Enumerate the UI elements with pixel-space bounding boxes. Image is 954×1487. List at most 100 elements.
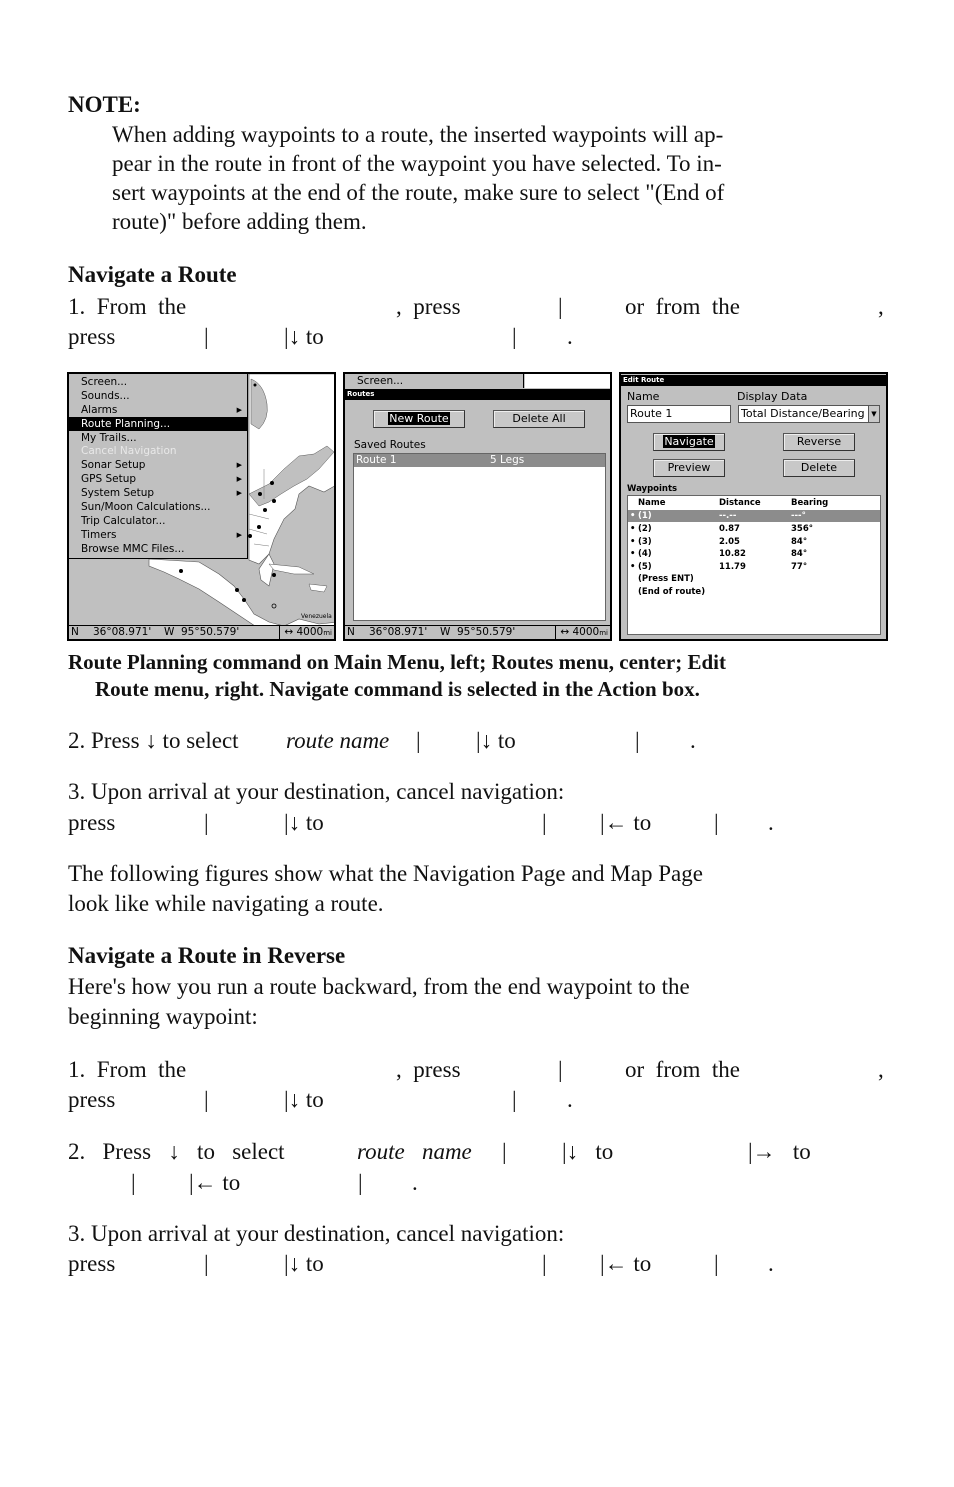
dropdown-arrow-icon[interactable]: ▼ [868,406,879,422]
waypoint-bearing: 77° [791,561,808,572]
note-line: route)" before adding them. [112,209,367,234]
table-row[interactable]: • (3) 2.05 84° [628,536,880,548]
menu-item-label: Cancel Navigation [81,445,177,458]
menu-item-route-planning[interactable]: Route Planning... [69,416,247,431]
paragraph-line: beginning waypoint: [68,1004,258,1029]
waypoint-bearing: 356° [791,524,813,534]
waypoint-bearing: 84° [791,549,808,559]
table-row[interactable]: • (2) 0.87 356° [628,523,880,535]
scale-unit: mi [323,629,332,637]
menu-item-label: Alarms [81,403,118,416]
step-text: |← to [600,810,652,835]
delete-button[interactable]: Delete [783,459,855,477]
scale-arrows-icon: ↔ [560,626,570,638]
status-bar: N 36°08.971' W 95°50.579' ↔ 4000mi [345,625,610,639]
table-row[interactable]: • (5) 11.79 77° [628,561,880,573]
menu-item-system-setup[interactable]: System Setup ▶ [69,486,247,500]
main-menu-screenshot: Venezuela Screen... Sounds... Alarms ▶ Ro… [67,372,336,641]
menu-item-label: GPS Setup [81,473,137,486]
menu-item-sonar-setup[interactable]: Sonar Setup ▶ [69,458,247,472]
navigate-button[interactable]: Navigate [653,433,725,451]
step-text: | [512,1087,517,1112]
menu-item-gps-setup[interactable]: GPS Setup ▶ [69,472,247,486]
step-text: | [358,1170,363,1195]
menu-item-sounds[interactable]: Sounds... [69,389,247,403]
menu-item-timers[interactable]: Timers ▶ [69,528,247,542]
step-text: | [131,1170,136,1195]
waypoint-distance: 0.87 [719,524,740,534]
step-text: |↓ to [284,1087,324,1112]
paragraph-line: The following figures show what the Navi… [68,861,703,886]
table-row-end-of-route[interactable]: (End of route) [628,586,880,598]
waypoint-name: (Press ENT) [638,574,694,584]
step-text-italic: route name [357,1139,472,1164]
route-legs: 5 Legs [490,454,525,466]
route-name-field[interactable]: Route 1 [627,405,731,423]
menu-item-label: Sun/Moon Calculations... [81,501,211,514]
map-scale: ↔ 4000mi [555,626,610,639]
step-text: | [204,1251,209,1276]
menu-item-alarms[interactable]: Alarms ▶ [69,403,247,417]
menu-item-label: My Trails... [81,431,137,444]
route-row[interactable]: Route 1 5 Legs [354,454,605,467]
bullet: • [630,561,636,572]
step-text: 1. From the [68,1057,187,1082]
column-header: Name [638,498,666,508]
longitude: 95°50.579' [457,626,516,638]
step-text: , press [396,294,461,319]
step-text: . [768,1251,774,1276]
submenu-arrow-icon: ▶ [236,475,242,484]
menu-item-label: Sonar Setup [81,459,146,472]
waypoint-name: (1) [638,511,652,521]
scale-value: 4000 [572,626,600,638]
route-name: Route 1 [356,454,397,466]
note-heading: NOTE: [68,92,141,117]
display-data-label: Display Data [737,390,808,403]
column-header: Bearing [791,498,829,508]
step-text: |→ to [748,1139,811,1164]
step-text-italic: route name [286,728,390,753]
table-row-press-ent[interactable]: (Press ENT) [628,573,880,585]
menu-item-trip-calculator[interactable]: Trip Calculator... [69,514,247,528]
menu-item-my-trails[interactable]: My Trails... [69,431,247,445]
step-text: | [204,1087,209,1112]
step-text: 1. From the [68,294,187,319]
button-label: Reverse [796,435,842,448]
lat-hemisphere: N [71,626,79,638]
button-label: New Route [388,412,450,425]
figure-caption: Route menu, right. Navigate command is s… [95,677,700,701]
map-label: Venezuela [301,613,332,620]
menu-item-screen[interactable]: Screen... [69,375,247,389]
bullet: • [630,549,636,559]
submenu-arrow-icon: ▶ [236,530,242,539]
menu-item-label: Browse MMC Files... [81,542,185,555]
table-row[interactable]: • (1) --.-- ---° [628,510,880,522]
menu-item-label: Trip Calculator... [81,514,166,527]
step-text: , [878,1057,884,1082]
preview-button[interactable]: Preview [653,459,725,477]
new-route-button[interactable]: New Route [373,410,465,428]
step-text: press [68,1251,116,1276]
step-text: |↓ to [476,728,516,753]
step-text: . [567,1087,573,1112]
bullet: • [630,536,636,547]
menu-item-cancel-navigation: Cancel Navigation [69,444,247,458]
waypoint-distance: --.-- [719,511,737,521]
menu-item-label: System Setup [81,487,155,500]
main-menu: Screen... Sounds... Alarms ▶ Route Planni… [69,374,248,559]
saved-routes-list[interactable]: Route 1 5 Legs [353,453,606,621]
step-text: . [690,728,696,753]
edit-route-title-bar: Edit Route [621,375,886,386]
reverse-button[interactable]: Reverse [783,433,855,451]
map-scale: ↔ 4000mi [279,626,334,639]
waypoint-name: (2) [638,524,652,534]
section-heading-navigate-route: Navigate a Route [68,262,237,287]
waypoint-distance: 11.79 [719,561,746,572]
display-data-select[interactable]: Total Distance/Bearing ▼ [738,405,880,423]
scale-arrows-icon: ↔ [284,626,294,638]
menu-item-browse-mmc[interactable]: Browse MMC Files... [69,542,247,556]
waypoints-table[interactable]: Name Distance Bearing • (1) --.-- ---° •… [627,495,881,635]
table-row[interactable]: • (4) 10.82 84° [628,548,880,560]
menu-item-sun-moon[interactable]: Sun/Moon Calculations... [69,500,247,514]
delete-all-button[interactable]: Delete All [493,410,585,428]
